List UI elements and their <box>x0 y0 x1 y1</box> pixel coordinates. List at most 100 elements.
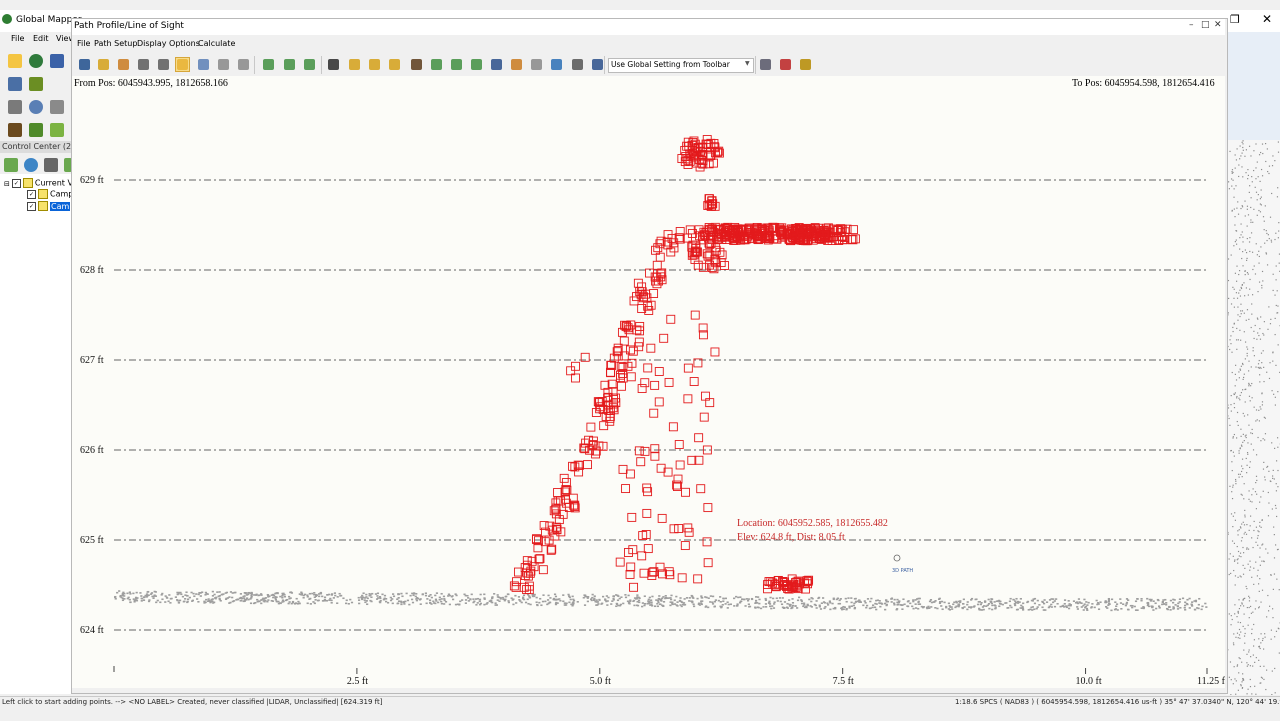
ground-point <box>1099 601 1101 603</box>
cloud-point <box>1242 140 1243 141</box>
ground-point <box>622 603 624 605</box>
split-icon[interactable] <box>197 58 210 71</box>
pan-icon[interactable] <box>97 58 110 71</box>
terrain-icon[interactable] <box>283 58 296 71</box>
ground-point <box>914 599 916 601</box>
zoom-box-icon[interactable] <box>137 58 150 71</box>
adjust-icon[interactable] <box>348 58 361 71</box>
ruler-icon[interactable] <box>50 100 64 114</box>
ground-point <box>1174 599 1176 601</box>
close-window-icon[interactable]: ✕ <box>1262 12 1272 26</box>
tree-item-current-view[interactable]: ⊟✓Current V <box>4 178 73 188</box>
ground-point <box>197 601 199 603</box>
adjust-icon[interactable] <box>388 58 401 71</box>
cloud-point <box>1247 272 1248 273</box>
ground-point <box>175 596 177 598</box>
measure-icon[interactable] <box>117 58 130 71</box>
layout-icon[interactable] <box>8 77 22 91</box>
cloud-point <box>1278 237 1279 238</box>
interior-point <box>669 423 677 431</box>
ground-point <box>693 606 695 608</box>
terrain-icon[interactable] <box>303 58 316 71</box>
ground-point <box>358 603 360 605</box>
select-icon[interactable] <box>78 58 91 71</box>
terrain-icon[interactable] <box>262 58 275 71</box>
layer-table-icon[interactable] <box>44 158 58 172</box>
status-message: Left click to start adding points. --> <… <box>2 698 382 706</box>
tree-item-layer-selected[interactable]: ✓Cam <box>27 201 70 211</box>
ground-point <box>297 603 299 605</box>
ground-point <box>1105 601 1107 603</box>
mountain-icon[interactable] <box>8 123 22 137</box>
pen-icon[interactable] <box>8 100 22 114</box>
layer-search-icon[interactable] <box>4 158 18 172</box>
tree-icon[interactable] <box>470 58 483 71</box>
y-tick-label: 627 ft <box>80 355 104 366</box>
cross-tools-icon[interactable] <box>779 58 792 71</box>
profile-menu-display-options[interactable]: Display Options <box>137 39 200 48</box>
profile-menu-calculate[interactable]: Calculate <box>198 39 235 48</box>
cloud-point <box>1262 175 1263 176</box>
tools-icon[interactable] <box>759 58 772 71</box>
ground-point <box>547 599 549 601</box>
ground-point <box>670 595 672 597</box>
mountain-icon[interactable] <box>410 58 423 71</box>
checkbox[interactable]: ✓ <box>12 179 21 188</box>
profile-menu-file[interactable]: File <box>77 39 90 48</box>
ground-point <box>803 602 805 604</box>
collapse-icon[interactable]: ⊟ <box>4 180 10 188</box>
line-icon[interactable] <box>217 58 230 71</box>
cloud-point <box>1237 314 1238 315</box>
grass-icon[interactable] <box>29 123 43 137</box>
cloud-point <box>1253 170 1254 171</box>
camera-icon[interactable] <box>327 58 340 71</box>
building-icon[interactable] <box>490 58 503 71</box>
cloud-point <box>1252 269 1253 270</box>
layer-globe-icon[interactable] <box>24 158 38 172</box>
profile-mode-icon[interactable] <box>176 58 189 71</box>
ground-point <box>699 604 701 606</box>
point-icon[interactable] <box>571 58 584 71</box>
chevron-down-icon[interactable]: ▼ <box>745 60 750 67</box>
digitize-icon[interactable] <box>29 77 43 91</box>
zoom-fit-icon[interactable] <box>157 58 170 71</box>
ground-point <box>1060 606 1062 608</box>
minimize-icon[interactable]: – <box>1189 20 1194 30</box>
profile-chart[interactable]: 629 ft628 ft627 ft626 ft625 ft624 ft2.5 … <box>72 76 1225 688</box>
water-icon[interactable] <box>550 58 563 71</box>
tree-item-layer[interactable]: ✓Camp <box>27 189 73 199</box>
main-menu-edit[interactable]: Edit <box>33 34 49 43</box>
cloud-point <box>1245 274 1246 275</box>
save-icon[interactable] <box>50 54 64 68</box>
ground-point <box>244 592 246 594</box>
cloud-point <box>1232 287 1233 288</box>
ground-point <box>440 601 442 603</box>
ground-point <box>820 608 822 610</box>
path-icon[interactable] <box>237 58 250 71</box>
target-icon[interactable] <box>29 100 43 114</box>
ground-point <box>1131 605 1133 607</box>
interior-point <box>619 465 627 473</box>
close-icon[interactable]: ✕ <box>1214 20 1222 30</box>
ground-point <box>317 600 319 602</box>
cloud-point <box>1238 398 1239 399</box>
globe-icon[interactable] <box>29 54 43 68</box>
hill-icon[interactable] <box>50 123 64 137</box>
main-menu-file[interactable]: File <box>11 34 24 43</box>
tree-icon[interactable] <box>450 58 463 71</box>
antenna-icon[interactable] <box>530 58 543 71</box>
maximize-icon[interactable]: □ <box>1201 20 1210 30</box>
restore-window-icon[interactable]: ❐ <box>1230 13 1240 26</box>
checkbox[interactable]: ✓ <box>27 202 36 211</box>
open-folder-icon[interactable] <box>8 54 22 68</box>
search-icon[interactable] <box>591 58 604 71</box>
ground-point <box>1077 608 1079 610</box>
checkbox[interactable]: ✓ <box>27 190 36 199</box>
tower-icon[interactable] <box>510 58 523 71</box>
cloud-point <box>1249 241 1250 242</box>
profile-menu-path-setup[interactable]: Path Setup <box>94 39 137 48</box>
filter-icon[interactable] <box>799 58 812 71</box>
map-view-point-cloud[interactable] <box>1226 140 1280 695</box>
adjust-icon[interactable] <box>368 58 381 71</box>
tree-icon[interactable] <box>430 58 443 71</box>
